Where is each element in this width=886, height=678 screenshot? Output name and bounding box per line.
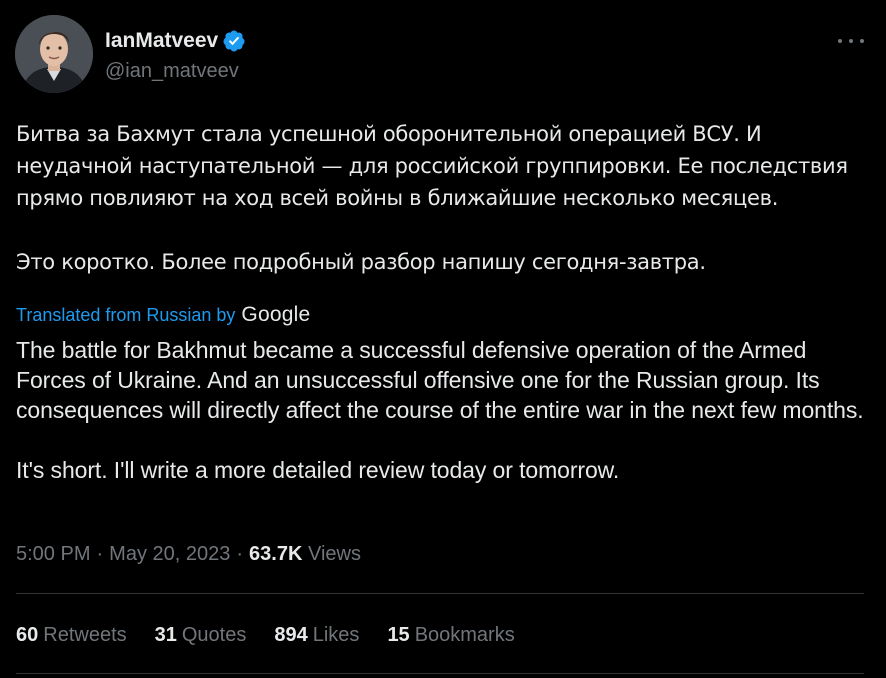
likes-label: Likes [312, 624, 360, 646]
display-name[interactable]: IanMatveev [105, 28, 218, 54]
translated-paragraph: The battle for Bakhmut became a successf… [16, 337, 864, 423]
avatar-image [15, 15, 93, 93]
retweets-label: Retweets [43, 624, 127, 646]
quotes-count: 31 [154, 624, 177, 646]
translated-from-link[interactable]: Translated from Russian by [16, 303, 235, 327]
translated-paragraph: It's short. I'll write a more detailed r… [16, 457, 620, 483]
tweet-original-text: Битва за Бахмут стала успешной обороните… [16, 118, 856, 278]
more-dots-icon[interactable] [838, 28, 864, 54]
original-paragraph: Битва за Бахмут стала успешной обороните… [16, 122, 848, 210]
divider [16, 673, 864, 674]
tweet: IanMatveev @ian_matveev Битва за Бахмут … [0, 0, 886, 678]
tweet-meta: 5:00 PM · May 20, 2023 · 63.7K Views [16, 541, 361, 567]
engagement-stats: 60 Retweets 31 Quotes 894 Likes 15 Bookm… [16, 622, 515, 648]
tweet-time[interactable]: 5:00 PM [16, 541, 90, 567]
views-label: Views [307, 543, 361, 565]
bookmarks-stat[interactable]: 15 Bookmarks [387, 622, 514, 648]
quotes-label: Quotes [181, 624, 247, 646]
bookmarks-count: 15 [387, 624, 410, 646]
divider [16, 593, 864, 594]
google-logo: Google [241, 303, 311, 326]
meta-separator: · [236, 543, 244, 565]
author-name-row[interactable]: IanMatveev [105, 28, 246, 54]
meta-separator: · [96, 543, 104, 565]
avatar[interactable] [15, 15, 93, 93]
bookmarks-label: Bookmarks [414, 624, 515, 646]
retweets-count: 60 [16, 624, 39, 646]
likes-count: 894 [274, 624, 308, 646]
retweets-stat[interactable]: 60 Retweets [16, 622, 127, 648]
tweet-translated-text: The battle for Bakhmut became a successf… [16, 335, 866, 485]
likes-stat[interactable]: 894 Likes [274, 622, 359, 648]
views-count[interactable]: 63.7K [249, 543, 302, 565]
author-handle[interactable]: @ian_matveev [105, 58, 239, 84]
tweet-date[interactable]: May 20, 2023 [109, 541, 230, 567]
translation-attribution: Translated from Russian by Google [16, 303, 310, 327]
verified-badge-icon[interactable] [222, 29, 246, 53]
original-paragraph: Это коротко. Более подробный разбор напи… [16, 250, 706, 274]
quotes-stat[interactable]: 31 Quotes [155, 622, 247, 648]
